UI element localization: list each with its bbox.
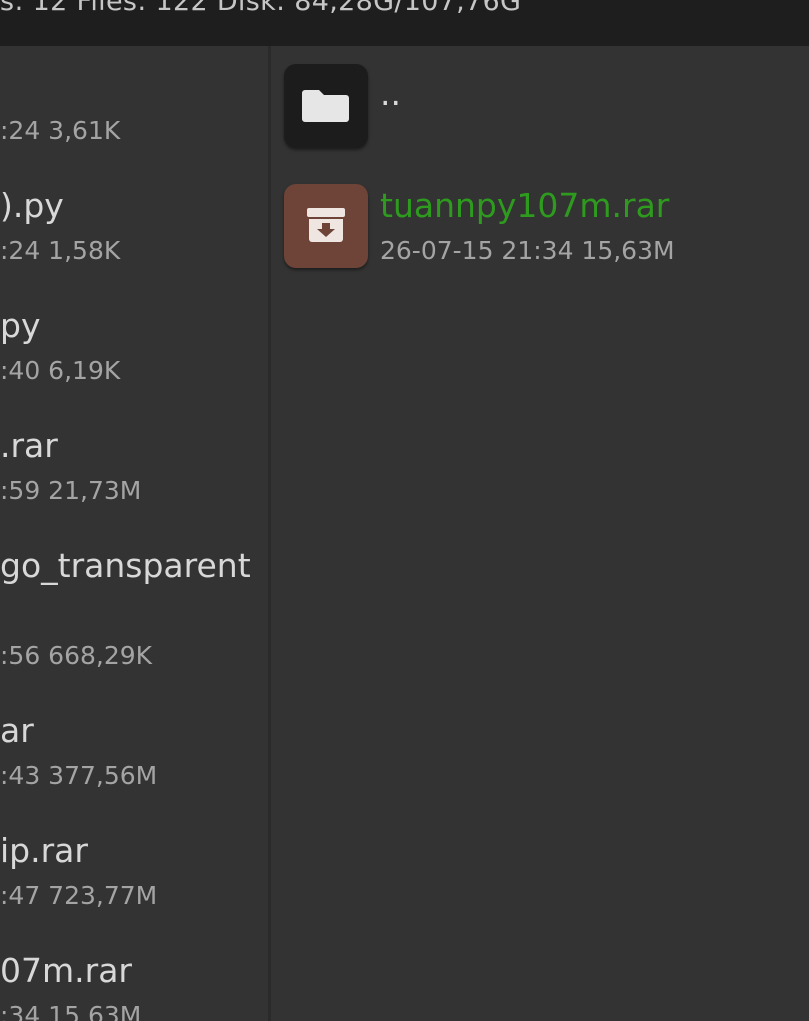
file-meta: :56 668,29K bbox=[0, 641, 153, 670]
left-list-item[interactable]: go_transparent :56 668,29K bbox=[0, 526, 268, 691]
archive-tile bbox=[284, 184, 368, 268]
file-meta: :24 3,61K bbox=[0, 116, 121, 145]
file-meta: 26-07-15 21:34 15,63M bbox=[380, 236, 675, 265]
file-name: py bbox=[0, 306, 41, 345]
folder-tile bbox=[284, 64, 368, 148]
file-name: go_transparent bbox=[0, 546, 251, 585]
file-name: 07m.rar bbox=[0, 951, 132, 990]
left-list-item[interactable]: :24 3,61K bbox=[0, 46, 268, 166]
file-meta: :34 15,63M bbox=[0, 1001, 142, 1021]
archive-file-item[interactable]: tuannpy107m.rar 26-07-15 21:34 15,63M bbox=[284, 184, 794, 274]
top-status-bar: s: 12 Files: 122 Disk: 84,28G/107,76G bbox=[0, 0, 809, 46]
left-list-item[interactable]: ar :43 377,56M bbox=[0, 691, 268, 811]
file-meta: :47 723,77M bbox=[0, 881, 158, 910]
file-name: ip.rar bbox=[0, 831, 88, 870]
file-meta: :59 21,73M bbox=[0, 476, 142, 505]
folder-icon bbox=[302, 90, 349, 122]
file-meta: :24 1,58K bbox=[0, 236, 121, 265]
left-list-item[interactable]: ).py :24 1,58K bbox=[0, 166, 268, 286]
left-file-pane[interactable]: :24 3,61K ).py :24 1,58K py :40 6,19K .r… bbox=[0, 46, 268, 1021]
archive-icon bbox=[307, 208, 345, 242]
right-file-pane[interactable]: .. tuannpy107m.rar 26-07-15 21:34 15,63M bbox=[271, 46, 809, 1021]
parent-directory-item[interactable]: .. bbox=[284, 64, 794, 154]
left-list-item[interactable]: .rar :59 21,73M bbox=[0, 406, 268, 526]
storage-status-text: s: 12 Files: 122 Disk: 84,28G/107,76G bbox=[0, 0, 522, 17]
file-name: tuannpy107m.rar bbox=[380, 186, 670, 225]
left-list-item[interactable]: ip.rar :47 723,77M bbox=[0, 811, 268, 931]
file-name: .. bbox=[380, 74, 401, 113]
file-name: .rar bbox=[0, 426, 58, 465]
file-name: ar bbox=[0, 711, 34, 750]
left-list-item[interactable]: py :40 6,19K bbox=[0, 286, 268, 406]
file-name: ).py bbox=[0, 186, 64, 225]
file-meta: :40 6,19K bbox=[0, 356, 121, 385]
left-list-item[interactable]: 07m.rar :34 15,63M bbox=[0, 931, 268, 1021]
file-meta: :43 377,56M bbox=[0, 761, 158, 790]
